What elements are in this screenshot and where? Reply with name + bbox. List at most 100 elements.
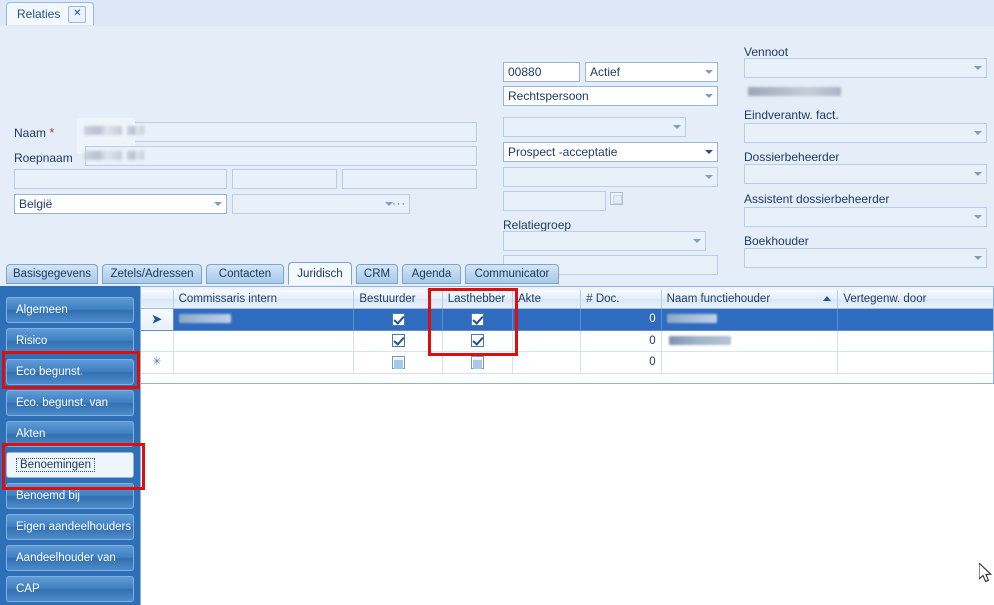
empty-combo-1[interactable] [503, 117, 686, 137]
label-relatiegroep: Relatiegroep [503, 218, 572, 232]
small-text-input[interactable] [503, 191, 606, 211]
col-bestuurder[interactable]: Bestuurder [353, 290, 443, 309]
cell-akte[interactable] [512, 308, 582, 331]
status-combo[interactable]: Actief [585, 62, 718, 82]
sidebar-item-eigen-aandeelhouders[interactable]: Eigen aandeelhouders [6, 514, 134, 540]
tab-label: Basisgegevens [13, 268, 91, 280]
country-combo[interactable]: België [14, 194, 227, 214]
chevron-down-icon[interactable] [214, 202, 222, 206]
tab-crm[interactable]: CRM [356, 264, 398, 284]
relatienummer-input[interactable] [503, 62, 580, 82]
cell-bestuurder[interactable] [353, 308, 443, 331]
cell-lasthebber[interactable] [442, 308, 514, 331]
col-lasthebber[interactable]: Lasthebber [442, 290, 514, 309]
chevron-down-icon[interactable] [705, 150, 713, 154]
row-indicator-cell: ✳ [141, 351, 174, 374]
table-row-new[interactable]: ✳ 0 [141, 351, 993, 374]
sidebar-item-label: Eco begunst. [16, 366, 84, 378]
chevron-down-icon[interactable] [705, 94, 713, 98]
chevron-down-icon[interactable] [705, 175, 713, 179]
chevron-down-icon[interactable] [974, 172, 982, 176]
cell-bestuurder[interactable] [353, 351, 443, 374]
chevron-down-icon[interactable] [974, 256, 982, 260]
table-row[interactable]: 0 [141, 330, 993, 352]
table-row[interactable]: ➤ 0 [141, 308, 993, 331]
cell-doc-count[interactable]: 0 [580, 308, 662, 331]
col-doc-count[interactable]: # Doc. [580, 290, 662, 309]
checkbox-lasthebber[interactable] [470, 334, 484, 347]
city-browse-button[interactable]: ··· [392, 198, 406, 210]
cell-commissaris-intern[interactable] [173, 330, 355, 352]
dossierbeheerder-combo[interactable] [744, 164, 987, 184]
sidebar-item-aandeelhouder-van[interactable]: Aandeelhouder van [6, 545, 134, 571]
chevron-down-icon[interactable] [974, 66, 982, 70]
sidebar-item-cap[interactable]: CAP [6, 576, 134, 602]
eindverantw-combo[interactable] [744, 123, 987, 143]
relatiegroep-combo[interactable] [503, 231, 706, 251]
chevron-down-icon[interactable] [705, 70, 713, 74]
cell-naam-functiehouder[interactable] [661, 330, 839, 352]
sidebar-item-eco-begunst[interactable]: Eco begunst. [6, 359, 134, 385]
col-commissaris-intern[interactable]: Commissaris intern [173, 290, 355, 309]
cell-value: 0 [649, 313, 656, 325]
col-vertegenw-door[interactable]: Vertegenw. door [837, 290, 993, 309]
checkbox-bestuurder[interactable] [391, 312, 405, 326]
cell-lasthebber[interactable] [442, 330, 514, 352]
label-roepnaam: Roepnaam [14, 151, 73, 165]
tab-contacten[interactable]: Contacten [206, 264, 284, 284]
tab-agenda[interactable]: Agenda [402, 264, 461, 284]
chevron-down-icon[interactable] [673, 125, 681, 129]
cell-vertegenw-door[interactable] [837, 308, 993, 331]
col-akte[interactable]: Akte [512, 290, 582, 309]
cell-doc-count[interactable]: 0 [580, 330, 662, 352]
cell-naam-functiehouder[interactable] [661, 351, 839, 374]
column-label: Naam functiehouder [666, 292, 771, 305]
sidebar-item-risico[interactable]: Risico [6, 328, 134, 354]
checkbox-lasthebber[interactable] [470, 312, 484, 326]
tab-basisgegevens[interactable]: Basisgegevens [6, 264, 98, 284]
sidebar-item-label: Eigen aandeelhouders [16, 521, 132, 533]
cell-vertegenw-door[interactable] [837, 330, 993, 352]
cell-naam-functiehouder[interactable] [661, 308, 839, 331]
tab-zetels-adressen[interactable]: Zetels/Adressen [102, 264, 202, 284]
cell-bestuurder[interactable] [353, 330, 443, 352]
cell-akte[interactable] [512, 330, 582, 352]
cell-akte[interactable] [512, 351, 582, 374]
checkbox-bestuurder[interactable] [391, 355, 405, 369]
sidebar-item-akten[interactable]: Akten [6, 421, 134, 447]
rechtsvorm-combo[interactable]: Rechtspersoon [503, 86, 718, 106]
cell-doc-count[interactable]: 0 [580, 351, 662, 374]
tab-juridisch[interactable]: Juridisch [288, 262, 352, 285]
housenumber-input[interactable] [232, 169, 337, 189]
window-tab-relaties[interactable]: Relaties ✕ [6, 2, 95, 25]
label-vennoot: Vennoot [744, 45, 789, 59]
sidebar-item-benoemingen[interactable]: Benoemingen [6, 452, 134, 478]
sidebar-item-benoemd-bij[interactable]: Benoemd bij [6, 483, 134, 509]
prospect-combo[interactable]: Prospect -acceptatie [503, 142, 718, 162]
street-input[interactable] [14, 169, 227, 189]
checkbox-lasthebber[interactable] [470, 355, 484, 369]
box-input[interactable] [342, 169, 477, 189]
chevron-down-icon[interactable] [974, 215, 982, 219]
tab-communicator[interactable]: Communicator [465, 264, 559, 284]
sidebar-item-eco-begunst-van[interactable]: Eco. begunst. van [6, 390, 134, 416]
city-combo[interactable]: ··· [232, 194, 410, 214]
cell-vertegenw-door[interactable] [837, 351, 993, 374]
empty-combo-2[interactable] [503, 167, 718, 187]
redacted-value [666, 314, 717, 324]
col-naam-functiehouder[interactable]: Naam functiehouder [661, 290, 839, 309]
status-combo-value: Actief [590, 65, 621, 79]
vennoot-combo[interactable] [744, 58, 987, 78]
sidebar-item-algemeen[interactable]: Algemeen [6, 297, 134, 323]
cell-lasthebber[interactable] [442, 351, 514, 374]
rechtsvorm-combo-value: Rechtspersoon [508, 89, 589, 103]
cell-commissaris-intern[interactable] [173, 308, 355, 331]
checkbox-bestuurder[interactable] [391, 334, 405, 347]
close-icon[interactable]: ✕ [68, 5, 87, 23]
cell-commissaris-intern[interactable] [173, 351, 355, 374]
assistent-combo[interactable] [744, 207, 987, 227]
small-checkbox[interactable] [610, 192, 623, 205]
grid-empty-area [140, 384, 994, 605]
chevron-down-icon[interactable] [693, 239, 701, 243]
chevron-down-icon[interactable] [974, 131, 982, 135]
